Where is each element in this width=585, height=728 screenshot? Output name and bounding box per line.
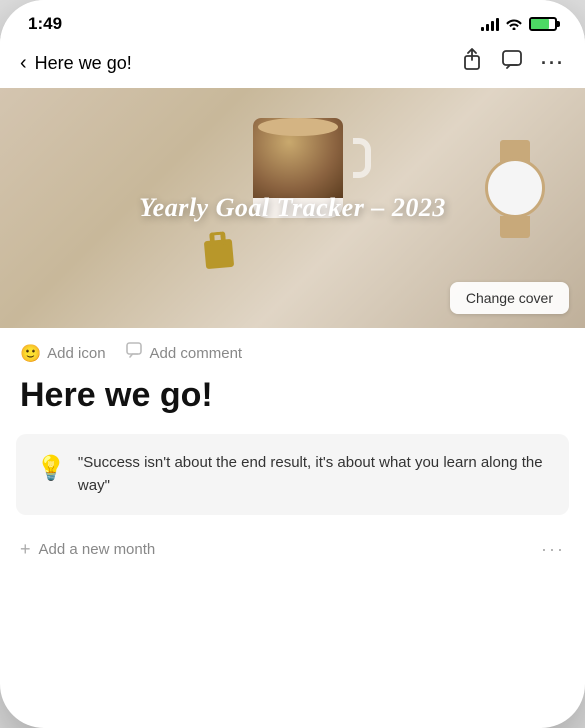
status-icons [481, 16, 557, 33]
phone-frame: 1:49 ‹ Here we [0, 0, 585, 728]
cover-image: Yearly Goal Tracker – 2023 Change cover [0, 88, 585, 328]
wifi-icon [505, 16, 523, 33]
add-month-label: Add a new month [39, 541, 156, 558]
signal-icon [481, 17, 499, 31]
add-comment-label: Add comment [150, 345, 243, 362]
add-icon-button[interactable]: 🙂 Add icon [20, 344, 106, 364]
nav-left: ‹ Here we go! [20, 52, 132, 75]
lightbulb-icon: 💡 [36, 454, 66, 483]
more-options-button[interactable]: ··· [541, 53, 565, 74]
status-bar: 1:49 [0, 0, 585, 40]
comment-icon [126, 342, 144, 365]
nav-bar: ‹ Here we go! ··· [0, 40, 585, 88]
cover-title: Yearly Goal Tracker – 2023 [139, 193, 446, 223]
emoji-icon: 🙂 [20, 344, 41, 364]
cover-watch-decoration [475, 138, 555, 238]
comment-button[interactable] [501, 49, 523, 77]
cover-clip-decoration [204, 239, 234, 269]
share-button[interactable] [461, 48, 483, 78]
battery-icon [529, 17, 557, 31]
add-month-button[interactable]: + Add a new month [20, 539, 155, 560]
quote-block: 💡 "Success isn't about the end result, i… [16, 434, 569, 515]
change-cover-button[interactable]: Change cover [450, 282, 569, 314]
nav-right: ··· [461, 48, 565, 78]
add-icon-label: Add icon [47, 345, 105, 362]
page-title: Here we go! [20, 377, 565, 414]
plus-icon: + [20, 539, 31, 560]
page-title-section: Here we go! [0, 373, 585, 426]
status-time: 1:49 [28, 14, 62, 34]
nav-title: Here we go! [35, 53, 132, 74]
back-button[interactable]: ‹ [20, 52, 27, 75]
actions-row: 🙂 Add icon Add comment [0, 328, 585, 373]
add-comment-button[interactable]: Add comment [126, 342, 243, 365]
row-more-button[interactable]: ··· [541, 539, 565, 560]
quote-text: "Success isn't about the end result, it'… [78, 452, 549, 497]
add-month-row: + Add a new month ··· [0, 523, 585, 576]
